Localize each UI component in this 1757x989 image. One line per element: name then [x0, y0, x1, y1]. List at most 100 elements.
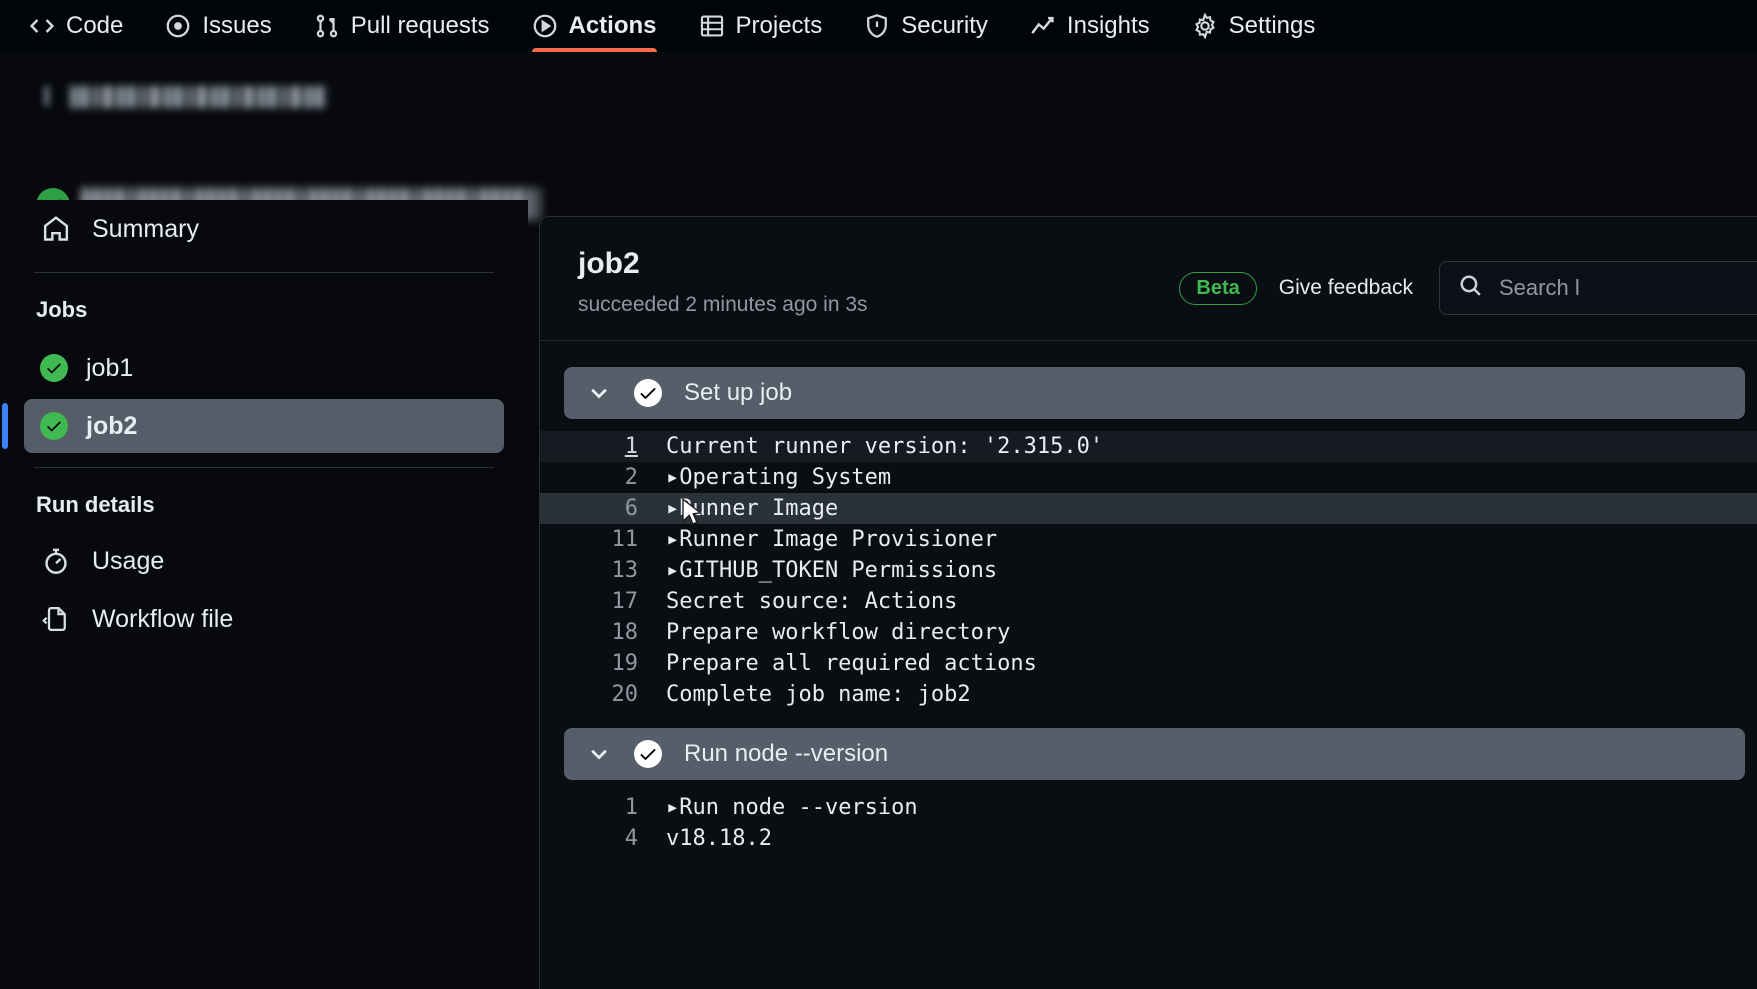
- nav-tab-label: Projects: [735, 12, 823, 39]
- log-line-text: Operating System: [679, 465, 892, 490]
- sidebar-item-workflow-file[interactable]: Workflow file: [24, 590, 504, 648]
- log-line-number: 17: [611, 589, 639, 614]
- sidebar-jobs-heading: Jobs: [36, 297, 88, 322]
- log-line[interactable]: 4 v18.18.2: [540, 823, 1757, 854]
- search-input-text: Search l: [1499, 275, 1580, 300]
- nav-tab-settings[interactable]: Settings: [1171, 0, 1337, 52]
- log-line-number: 1: [624, 795, 638, 820]
- log-line[interactable]: 17 Secret source: Actions: [540, 586, 1757, 617]
- log-line[interactable]: 11 ▸ Runner Image Provisioner: [540, 524, 1757, 555]
- run-sidebar: Summary Jobs job1 job2 Run details Usage …: [0, 200, 528, 989]
- job-success-icon: [40, 354, 68, 382]
- sidebar-item-label: Usage: [92, 546, 165, 575]
- log-line[interactable]: 13 ▸ GITHUB_TOKEN Permissions: [540, 555, 1757, 586]
- log-steps-container: Set up job 1 Current runner version: '2.31…: [540, 341, 1757, 860]
- log-line-text: Current runner version: '2.315.0': [666, 434, 1104, 459]
- sidebar-divider-top: [34, 272, 494, 273]
- job-status-text: succeeded 2 minutes ago in 3s: [578, 293, 868, 316]
- issue-opened-icon: [165, 13, 191, 39]
- give-feedback-link[interactable]: Give feedback: [1279, 276, 1413, 300]
- sidebar-divider-bottom: [34, 467, 494, 468]
- nav-tab-issues[interactable]: Issues: [144, 0, 292, 52]
- job-log-panel: job2 succeeded 2 minutes ago in 3s Beta …: [539, 216, 1757, 989]
- expand-triangle-icon[interactable]: ▸: [666, 465, 679, 490]
- graph-icon: [1030, 13, 1056, 39]
- nav-tab-security[interactable]: Security: [843, 0, 1009, 52]
- log-line-number: 13: [611, 558, 639, 583]
- expand-triangle-icon[interactable]: ▸: [666, 527, 679, 552]
- log-line[interactable]: 19 Prepare all required actions: [540, 648, 1757, 679]
- sidebar-item-label: Summary: [92, 214, 199, 243]
- page-title: job2: [578, 247, 640, 280]
- log-line[interactable]: 1 ▸ Run node --version: [540, 792, 1757, 823]
- log-line-number: 20: [611, 682, 639, 707]
- log-line-number: 1: [624, 434, 638, 459]
- log-line-number: 19: [611, 651, 639, 676]
- log-line-text: Prepare workflow directory: [666, 620, 1011, 645]
- log-line-number: 18: [611, 620, 639, 645]
- sidebar-item-label: Workflow file: [92, 604, 234, 633]
- home-icon: [42, 215, 70, 243]
- log-line-text: v18.18.2: [666, 826, 772, 851]
- chevron-down-icon[interactable]: [586, 380, 612, 406]
- nav-tab-label: Code: [66, 12, 124, 39]
- search-logs-input[interactable]: Search l: [1439, 261, 1757, 315]
- play-icon: [532, 13, 558, 39]
- nav-tab-pull-requests[interactable]: Pull requests: [293, 0, 511, 52]
- nav-tab-insights[interactable]: Insights: [1009, 0, 1171, 52]
- log-line[interactable]: 6 ▸ Runner Image: [540, 493, 1757, 524]
- nav-tab-label: Issues: [202, 12, 272, 39]
- repository-nav-bar: Code Issues Pull requests Actions Projects Se…: [0, 0, 1757, 52]
- gear-icon: [1192, 13, 1218, 39]
- log-line-text: Secret source: Actions: [666, 589, 958, 614]
- nav-tab-actions[interactable]: Actions: [511, 0, 678, 52]
- shield-icon: [864, 13, 890, 39]
- step-success-icon: [634, 740, 662, 768]
- step-success-icon: [634, 379, 662, 407]
- table-icon: [699, 13, 725, 39]
- chevron-down-icon[interactable]: [586, 741, 612, 767]
- sidebar-item-job1[interactable]: job1: [24, 341, 504, 395]
- job-success-icon: [40, 412, 68, 440]
- stopwatch-icon: [42, 547, 70, 575]
- git-pull-request-icon: [314, 13, 340, 39]
- nav-tab-projects[interactable]: Projects: [678, 0, 844, 52]
- log-line[interactable]: 1 Current runner version: '2.315.0': [540, 431, 1757, 462]
- log-line-text: Runner Image: [679, 496, 839, 521]
- sidebar-item-job2[interactable]: job2: [2, 399, 504, 453]
- log-line-number: 4: [624, 826, 638, 851]
- sidebar-item-label: job2: [86, 411, 138, 440]
- search-icon: [1458, 273, 1483, 304]
- sidebar-run-details-heading: Run details: [36, 492, 155, 517]
- sidebar-item-label: job1: [86, 353, 134, 382]
- log-step-body: 1 Current runner version: '2.315.0' 2 ▸ Oper…: [540, 419, 1757, 716]
- log-line-text: GITHUB_TOKEN Permissions: [679, 558, 998, 583]
- workflow-name-redacted: [70, 86, 328, 108]
- log-line[interactable]: 18 Prepare workflow directory: [540, 617, 1757, 648]
- log-line-text: Run node --version: [679, 795, 918, 820]
- log-step-header[interactable]: Run node --version: [564, 728, 1745, 780]
- log-line-number: 11: [611, 527, 639, 552]
- status-badge: Beta: [1179, 271, 1257, 305]
- log-line-text: Prepare all required actions: [666, 651, 1037, 676]
- job-log-header: job2 succeeded 2 minutes ago in 3s Beta …: [540, 217, 1757, 341]
- nav-tab-code[interactable]: Code: [8, 0, 144, 52]
- sidebar-item-summary[interactable]: Summary: [24, 200, 504, 258]
- log-line-number: 2: [624, 465, 638, 490]
- log-line[interactable]: 20 Complete job name: job2: [540, 679, 1757, 710]
- log-step-name: Run node --version: [684, 740, 889, 767]
- nav-tab-label: Actions: [568, 12, 657, 39]
- sidebar-item-usage[interactable]: Usage: [24, 532, 504, 590]
- log-line[interactable]: 2 ▸ Operating System: [540, 462, 1757, 493]
- workflow-run-header: [0, 62, 700, 222]
- expand-triangle-icon[interactable]: ▸: [666, 558, 679, 583]
- job-header-actions: Beta Give feedback Search l: [1179, 261, 1757, 315]
- code-icon: [29, 13, 55, 39]
- expand-triangle-icon[interactable]: ▸: [666, 795, 679, 820]
- file-code-icon: [42, 605, 70, 633]
- nav-tab-label: Settings: [1228, 12, 1316, 39]
- log-step-header[interactable]: Set up job: [564, 367, 1745, 419]
- log-line-number: 6: [624, 496, 638, 521]
- expand-triangle-icon[interactable]: ▸: [666, 496, 679, 521]
- log-step-name: Set up job: [684, 379, 793, 406]
